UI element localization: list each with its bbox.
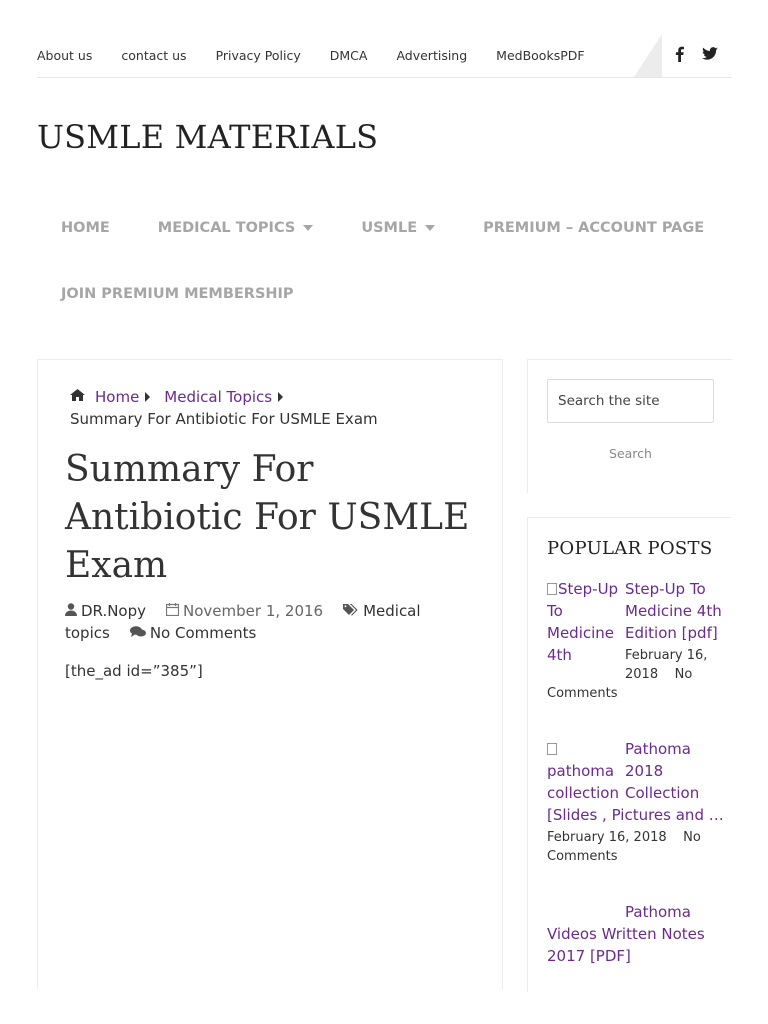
breadcrumb: Home Medical Topics Summary For Antibiot…: [70, 386, 480, 430]
nav-item-premium-account[interactable]: PREMIUM – ACCOUNT PAGE: [459, 220, 728, 236]
nav-label: MEDICAL TOPICS: [157, 220, 296, 236]
nav-label: HOME: [61, 220, 110, 236]
tags-icon: [343, 602, 359, 620]
nav-item-join-premium[interactable]: JOIN PREMIUM MEMBERSHIP: [37, 286, 318, 302]
post-meta: DR.Nopy November 1, 2016 Medical topics No …: [65, 600, 465, 644]
popular-post-link[interactable]: Step-Up To Medicine 4th Edition [pdf]: [625, 580, 722, 642]
nav-label: USMLE: [361, 220, 418, 236]
calendar-icon: [165, 602, 180, 620]
popular-posts-title: POPULAR POSTS: [547, 538, 713, 559]
main-nav: HOME MEDICAL TOPICS USMLE PREMIUM – ACCO…: [37, 195, 732, 327]
broken-image-icon: [547, 743, 557, 755]
nav-item-medical-topics[interactable]: MEDICAL TOPICS: [134, 220, 338, 236]
popular-post-thumbnail[interactable]: [547, 901, 619, 923]
broken-image-icon: [547, 583, 557, 595]
breadcrumb-home[interactable]: Home: [95, 386, 139, 408]
popular-post-thumbnail[interactable]: Step-Up To Medicine 4th: [547, 578, 619, 666]
popular-post-item: Step-Up To Medicine 4th Step-Up To Medic…: [547, 578, 727, 703]
post-comments-link[interactable]: No Comments: [150, 624, 256, 642]
popular-post-comments[interactable]: No Comments: [547, 667, 692, 701]
topnav-advertising[interactable]: Advertising: [396, 48, 467, 63]
post-body: [the_ad id=”385”]: [65, 662, 203, 680]
breadcrumb-line: Home Medical Topics: [70, 386, 480, 408]
search-input[interactable]: Search the site: [547, 379, 714, 423]
nav-label: PREMIUM – ACCOUNT PAGE: [483, 220, 705, 236]
site-title[interactable]: USMLE MATERIALS: [37, 118, 378, 156]
caret-down-icon: [303, 225, 314, 231]
main-nav-row-1: HOME MEDICAL TOPICS USMLE PREMIUM – ACCO…: [37, 195, 732, 261]
twitter-icon[interactable]: [702, 46, 718, 65]
user-icon: [65, 602, 77, 620]
thumbnail-alt-text: pathoma collection: [547, 762, 619, 802]
chevron-right-icon: [278, 392, 284, 402]
caret-down-icon: [425, 225, 436, 231]
post-title: Summary For Antibiotic For USMLE Exam: [65, 449, 470, 586]
search-widget: Search the site Search: [527, 359, 732, 493]
topnav-privacy-policy[interactable]: Privacy Policy: [216, 48, 301, 63]
post-date: November 1, 2016: [183, 602, 324, 620]
search-placeholder: Search the site: [558, 393, 660, 409]
topnav-contact-us[interactable]: contact us: [121, 48, 186, 63]
comments-icon: [129, 624, 146, 642]
topnav-dmca[interactable]: DMCA: [330, 48, 368, 63]
popular-posts-widget: POPULAR POSTS Step-Up To Medicine 4th St…: [527, 517, 732, 992]
social-bg: [662, 34, 732, 77]
nav-item-usmle[interactable]: USMLE: [337, 220, 459, 236]
popular-post-thumbnail[interactable]: pathoma collection: [547, 738, 619, 804]
topnav-about-us[interactable]: About us: [37, 48, 92, 63]
post-content: Home Medical Topics Summary For Antibiot…: [37, 359, 503, 989]
post-author[interactable]: DR.Nopy: [81, 602, 146, 620]
popular-post-date: February 16, 2018: [625, 648, 708, 682]
popular-post-date: February 16, 2018: [547, 830, 667, 845]
social-divider: [634, 34, 662, 77]
social-links: [634, 34, 732, 77]
popular-post-item: Pathoma Videos Written Notes 2017 [PDF]: [547, 901, 727, 967]
breadcrumb-category[interactable]: Medical Topics: [164, 386, 272, 408]
top-nav: About us contact us Privacy Policy DMCA …: [37, 34, 614, 77]
thumbnail-alt-text: Step-Up To Medicine 4th: [547, 580, 619, 664]
home-icon: [70, 386, 85, 408]
chevron-right-icon: [145, 392, 151, 402]
nav-item-home[interactable]: HOME: [37, 220, 134, 236]
topnav-medbookspdf[interactable]: MedBooksPDF: [496, 48, 584, 63]
facebook-icon[interactable]: [675, 46, 684, 66]
search-button[interactable]: Search: [547, 442, 714, 466]
main-nav-row-2: JOIN PREMIUM MEMBERSHIP: [37, 261, 732, 327]
nav-label: JOIN PREMIUM MEMBERSHIP: [61, 286, 294, 302]
popular-post-meta: February 16, 2018 No Comments: [547, 828, 727, 866]
breadcrumb-current: Summary For Antibiotic For USMLE Exam: [70, 410, 378, 428]
top-bar: About us contact us Privacy Policy DMCA …: [37, 34, 732, 78]
popular-post-item: pathoma collection Pathoma 2018 Collecti…: [547, 738, 727, 866]
